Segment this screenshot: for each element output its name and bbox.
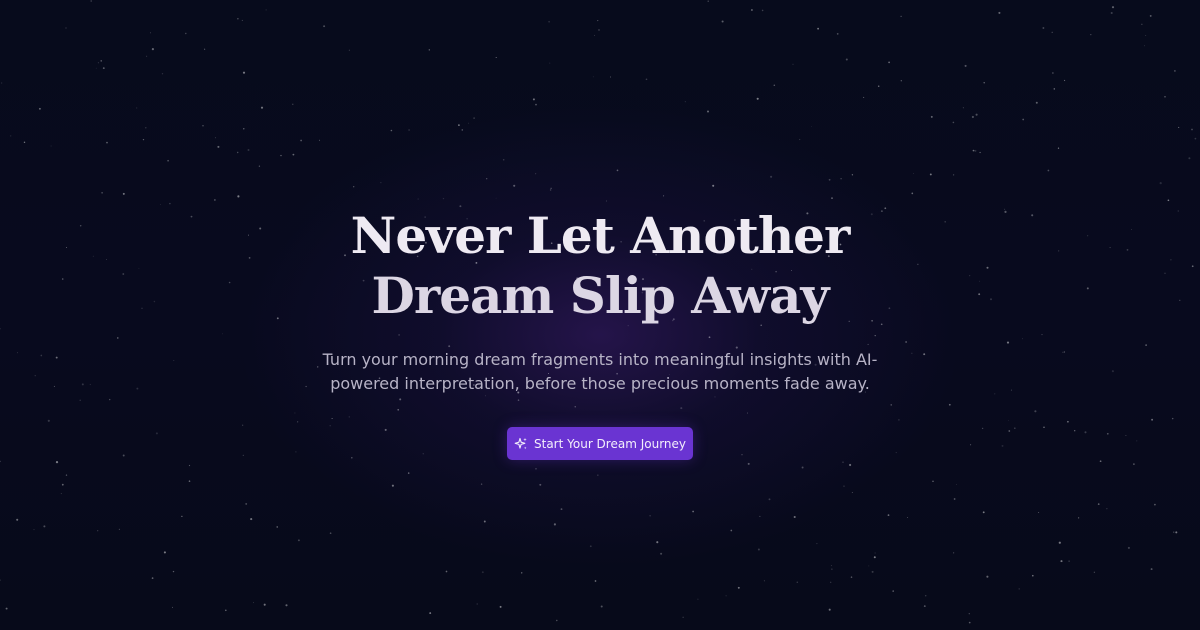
- hero-title-line-2: Dream Slip Away: [371, 266, 830, 325]
- hero-subtitle-line-2: powered interpretation, before those pre…: [330, 374, 870, 393]
- cta-label: Start Your Dream Journey: [534, 436, 687, 451]
- sparkles-icon: [514, 437, 528, 451]
- hero-subtitle-line-1: Turn your morning dream fragments into m…: [322, 350, 878, 369]
- hero-content: Never Let Another Dream Slip Away Turn y…: [0, 0, 1200, 630]
- hero-title: Never Let Another Dream Slip Away: [200, 206, 1000, 326]
- hero-section: Never Let Another Dream Slip Away Turn y…: [0, 0, 1200, 630]
- hero-title-line-1: Never Let Another: [350, 206, 851, 265]
- hero-subtitle: Turn your morning dream fragments into m…: [300, 348, 900, 396]
- start-dream-journey-button[interactable]: Start Your Dream Journey: [507, 427, 693, 460]
